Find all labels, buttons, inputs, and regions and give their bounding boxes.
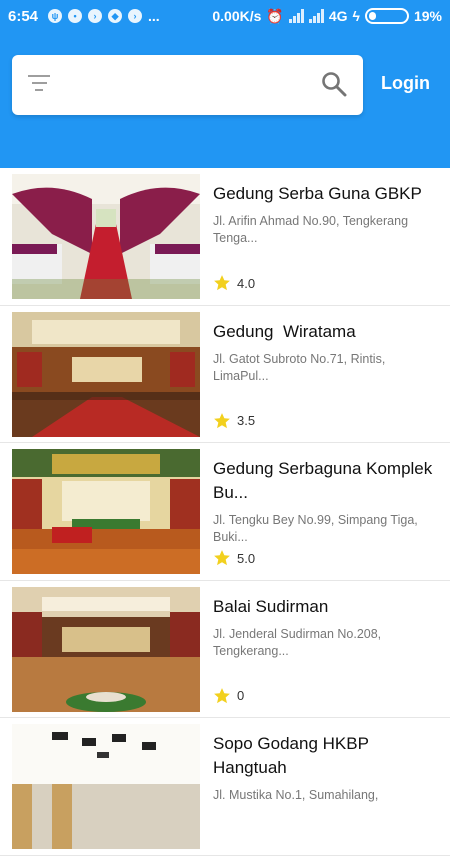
venue-address: Jl. Mustika No.1, Sumahilang, (213, 788, 379, 802)
app-bar: Login (0, 32, 450, 168)
search-icon[interactable] (321, 71, 347, 97)
rating-value: 3.5 (237, 413, 256, 428)
rating-value: 0 (237, 688, 245, 703)
signal-icon-2 (308, 9, 324, 23)
battery-percent: 19% (413, 8, 442, 24)
app-notification-icon-2: › (128, 9, 143, 23)
chat-notification-icon: • (68, 9, 83, 23)
venue-thumbnail (12, 724, 200, 849)
venue-address: Jl. Arifin Ahmad No.90, Tengkerang Tenga… (213, 214, 409, 245)
venue-title: Gedung Serba Guna GBKP (213, 184, 422, 203)
star-icon (214, 412, 230, 428)
more-notifications: ... (148, 8, 160, 24)
star-icon (214, 687, 230, 703)
venue-thumbnail (12, 311, 200, 437)
login-button[interactable]: Login (381, 73, 430, 94)
network-speed: 0.00K/s (212, 8, 262, 24)
list-item[interactable]: Sopo Godang HKBP Hangtuah Jl. Mustika No… (0, 718, 450, 856)
venue-address: Jl. Jenderal Sudirman No.208, Tengkerang… (213, 626, 382, 658)
venue-list: Gedung Serba Guna GBKP Jl. Arifin Ahmad … (0, 168, 450, 856)
app-notification-icon: › (88, 9, 103, 23)
list-item[interactable]: Gedung Serbaguna Komplek Bu... Jl. Tengk… (0, 443, 450, 581)
venue-address: Jl. Gatot Subroto No.71, Rintis, LimaPul… (213, 351, 386, 383)
venue-title: Balai Sudirman (213, 596, 329, 616)
venue-title: Gedung Serbaguna Komplek Bu... (213, 459, 433, 502)
list-item[interactable]: Balai Sudirman Jl. Jenderal Sudirman No.… (0, 580, 450, 718)
status-time: 6:54 (8, 7, 39, 25)
venue-title: Gedung Wiratama (213, 321, 356, 341)
battery-icon (364, 8, 409, 24)
filter-icon[interactable] (28, 75, 50, 95)
star-icon (214, 550, 230, 566)
list-item[interactable]: Gedung Serba Guna GBKP Jl. Arifin Ahmad … (0, 168, 450, 306)
venue-thumbnail (12, 586, 200, 712)
rating-value: 5.0 (237, 550, 256, 566)
star-icon (214, 275, 230, 291)
network-type: 4G (328, 8, 348, 24)
rating-value: 4.0 (237, 275, 256, 291)
list-item[interactable]: Gedung Wiratama Jl. Gatot Subroto No.71,… (0, 305, 450, 443)
maps-notification-icon: ◆ (108, 9, 123, 23)
search-input[interactable] (12, 55, 363, 115)
status-bar: 6:54 ψ • › ◆ › ... 0.00K/s ⏰ 4G ϟ 19% (0, 0, 450, 32)
venue-rating: 0 (213, 687, 244, 705)
signal-icon (288, 9, 304, 23)
venue-rating: 4.0 (213, 274, 255, 292)
venue-thumbnail (12, 449, 200, 574)
usb-icon: ψ (48, 9, 63, 23)
venue-title: Sopo Godang HKBP Hangtuah (213, 734, 369, 777)
venue-rating: 3.5 (213, 412, 255, 430)
alarm-icon: ⏰ (266, 7, 284, 24)
charging-icon: ϟ (352, 8, 360, 24)
venue-address: Jl. Tengku Bey No.99, Simpang Tiga, Buki… (213, 513, 418, 544)
venue-rating: 5.0 (213, 549, 255, 567)
venue-thumbnail (12, 174, 200, 299)
